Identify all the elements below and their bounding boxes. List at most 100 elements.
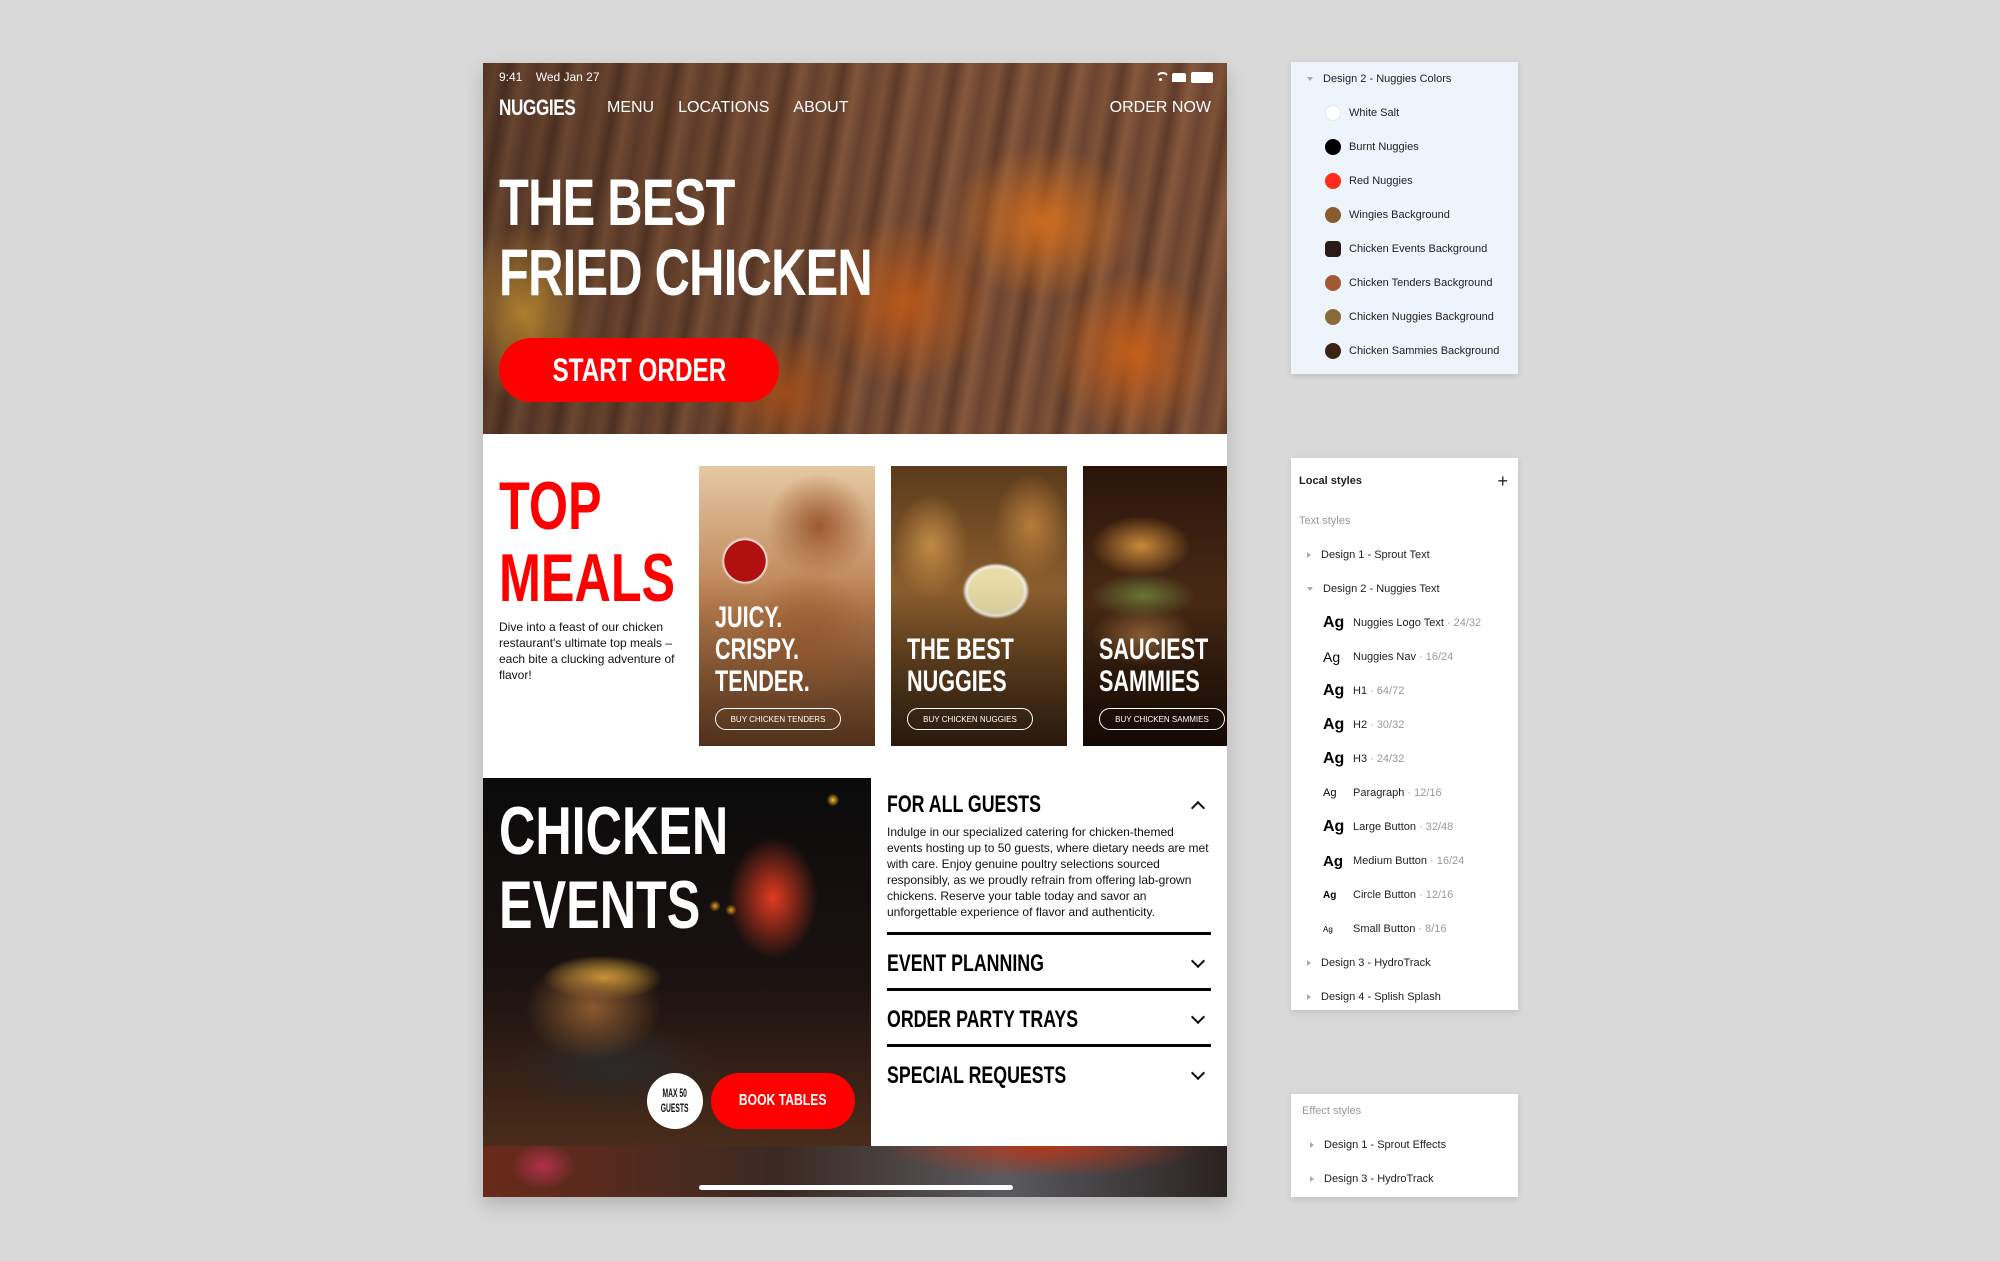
style-group-row[interactable]: Design 3 - HydroTrack (1291, 946, 1518, 980)
hero-title-line: THE BEST (499, 165, 735, 239)
text-style-name: H3 (1353, 753, 1368, 765)
text-style-item[interactable]: Ag H3 · 24/32 (1291, 742, 1518, 776)
accordion-item-order-party-trays[interactable]: ORDER PARTY TRAYS (887, 991, 1211, 1047)
text-style-item[interactable]: Ag Paragraph · 12/16 (1291, 776, 1518, 810)
color-style-item[interactable]: Chicken Events Background (1291, 232, 1518, 266)
caret-right-icon[interactable] (1310, 1142, 1314, 1148)
text-style-size: · 8/16 (1418, 923, 1447, 935)
color-style-item[interactable]: Chicken Tenders Background (1291, 266, 1518, 300)
color-style-item[interactable]: Chicken Sammies Background (1291, 334, 1518, 368)
chicken-events-title: CHICKEN EVENTS (499, 793, 729, 943)
text-style-item[interactable]: Ag H1 · 64/72 (1291, 674, 1518, 708)
buy-chicken-sammies-button[interactable]: BUY CHICKEN SAMMIES (1099, 708, 1225, 730)
swatch-icon (1325, 139, 1341, 155)
top-meals-section: TOP MEALS Dive into a feast of our chick… (483, 434, 1227, 778)
chevron-down-icon[interactable] (1190, 1009, 1206, 1024)
meal-card-title: SAUCIEST SAMMIES (1099, 633, 1209, 698)
text-style-name: Paragraph (1353, 787, 1405, 799)
nav-link-menu[interactable]: MENU (607, 99, 654, 117)
text-style-size: · 24/32 (1446, 617, 1482, 629)
text-style-item[interactable]: Ag Nuggies Nav · 16/24 (1291, 640, 1518, 674)
tablet-mockup: 9:41 Wed Jan 27 NUGGIES MENU LOCATIONS A… (483, 63, 1227, 1197)
text-style-preview-icon: Ag (1323, 924, 1333, 934)
meal-card-nuggies[interactable]: THE BEST NUGGIES BUY CHICKEN NUGGIES (891, 466, 1067, 746)
chevron-down-icon[interactable] (1190, 1065, 1206, 1080)
color-style-item[interactable]: Burnt Nuggies (1291, 130, 1518, 164)
text-style-item[interactable]: Ag Medium Button · 16/24 (1291, 844, 1518, 878)
text-style-name: Medium Button (1353, 855, 1427, 867)
caret-right-icon[interactable] (1307, 960, 1311, 966)
meal-card-sammies[interactable]: SAUCIEST SAMMIES BUY CHICKEN SAMMIES (1083, 466, 1227, 746)
image-swatch-icon (1325, 343, 1341, 359)
meal-card-tenders[interactable]: JUICY. CRISPY. TENDER. BUY CHICKEN TENDE… (699, 466, 875, 746)
text-style-size: · 16/24 (1418, 651, 1454, 663)
text-style-preview-icon: Ag (1323, 750, 1345, 767)
caret-right-icon[interactable] (1307, 994, 1311, 1000)
add-style-icon[interactable]: + (1497, 471, 1508, 492)
accordion-body: Indulge in our specialized catering for … (887, 825, 1209, 919)
text-style-name: Circle Button (1353, 889, 1416, 901)
style-group-row[interactable]: Design 1 - Sprout Text (1291, 538, 1518, 572)
style-group-row[interactable]: Design 4 - Splish Splash (1291, 980, 1518, 1014)
text-style-size: · 30/32 (1370, 719, 1405, 731)
color-group-name: Design 2 - Nuggies Colors (1323, 73, 1452, 85)
accordion-title: ORDER PARTY TRAYS (887, 1005, 1079, 1033)
text-style-item[interactable]: Ag Circle Button · 12/16 (1291, 878, 1518, 912)
hero-title-line: FRIED CHICKEN (499, 235, 873, 309)
start-order-label: START ORDER (552, 351, 726, 388)
effect-group-row[interactable]: Design 3 - HydroTrack (1291, 1162, 1518, 1196)
nav-link-about[interactable]: ABOUT (793, 99, 848, 117)
logo[interactable]: NUGGIES (499, 95, 576, 121)
text-style-item[interactable]: Ag Small Button · 8/16 (1291, 912, 1518, 946)
color-group-row[interactable]: Design 2 - Nuggies Colors (1291, 62, 1518, 96)
style-group-row[interactable]: Design 2 - Nuggies Text (1291, 572, 1518, 606)
text-style-size: · 24/32 (1370, 753, 1405, 765)
buy-chicken-tenders-button[interactable]: BUY CHICKEN TENDERS (715, 708, 841, 730)
text-style-size: · 12/16 (1418, 889, 1454, 901)
events-accordion: FOR ALL GUESTS Indulge in our specialize… (887, 778, 1211, 1100)
text-style-preview-icon: Ag (1323, 682, 1345, 699)
meal-card-title: THE BEST NUGGIES (907, 633, 1014, 698)
text-style-item[interactable]: Ag Large Button · 32/48 (1291, 810, 1518, 844)
caret-down-icon[interactable] (1307, 587, 1313, 591)
effect-styles-label: Effect styles (1302, 1105, 1362, 1117)
accordion-item-special-requests[interactable]: SPECIAL REQUESTS (887, 1047, 1211, 1100)
max-guests-badge[interactable]: MAX 50 GUESTS (647, 1073, 703, 1129)
status-time: 9:41 (499, 70, 523, 84)
caret-right-icon[interactable] (1307, 552, 1311, 558)
buy-chicken-nuggies-button[interactable]: BUY CHICKEN NUGGIES (907, 708, 1033, 730)
text-style-name: H1 (1353, 685, 1368, 697)
caret-right-icon[interactable] (1310, 1176, 1314, 1182)
text-style-size: · 16/24 (1429, 855, 1465, 867)
image-swatch-icon (1325, 309, 1341, 325)
color-style-item[interactable]: Wingies Background (1291, 198, 1518, 232)
nav-link-locations[interactable]: LOCATIONS (678, 99, 769, 117)
accordion-item-for-all-guests[interactable]: FOR ALL GUESTS Indulge in our specialize… (887, 778, 1211, 935)
effect-group-row[interactable]: Design 1 - Sprout Effects (1291, 1128, 1518, 1162)
color-style-item[interactable]: Chicken Nuggies Background (1291, 300, 1518, 334)
top-nav: NUGGIES MENU LOCATIONS ABOUT ORDER NOW (499, 93, 1211, 123)
text-style-item[interactable]: Ag Nuggies Logo Text · 24/32 (1291, 606, 1518, 640)
text-style-preview-icon: Ag (1323, 716, 1345, 733)
book-tables-button[interactable]: BOOK TABLES (711, 1073, 855, 1129)
local-styles-panel: Local styles + Text styles Design 1 - Sp… (1291, 458, 1518, 1010)
chevron-down-icon[interactable] (1190, 953, 1206, 968)
color-style-item[interactable]: Red Nuggies (1291, 164, 1518, 198)
text-style-preview-icon: Ag (1323, 614, 1345, 631)
top-meals-description: Dive into a feast of our chicken restaur… (499, 620, 675, 682)
start-order-button[interactable]: START ORDER (499, 338, 779, 402)
chevron-up-icon[interactable] (1190, 800, 1206, 816)
accordion-title: EVENT PLANNING (887, 949, 1044, 977)
color-style-item[interactable]: White Salt (1291, 96, 1518, 130)
order-now-link[interactable]: ORDER NOW (1110, 99, 1211, 117)
caret-down-icon[interactable] (1307, 77, 1313, 81)
text-style-name: Nuggies Logo Text (1353, 617, 1444, 629)
text-style-preview-icon: Ag (1323, 649, 1341, 665)
hero-section: 9:41 Wed Jan 27 NUGGIES MENU LOCATIONS A… (483, 63, 1227, 434)
text-style-item[interactable]: Ag H2 · 30/32 (1291, 708, 1518, 742)
accordion-item-event-planning[interactable]: EVENT PLANNING (887, 935, 1211, 991)
home-indicator[interactable] (699, 1185, 1013, 1190)
text-style-name: H2 (1353, 719, 1368, 731)
panel-title: Local styles (1299, 475, 1362, 487)
status-date: Wed Jan 27 (535, 70, 600, 84)
